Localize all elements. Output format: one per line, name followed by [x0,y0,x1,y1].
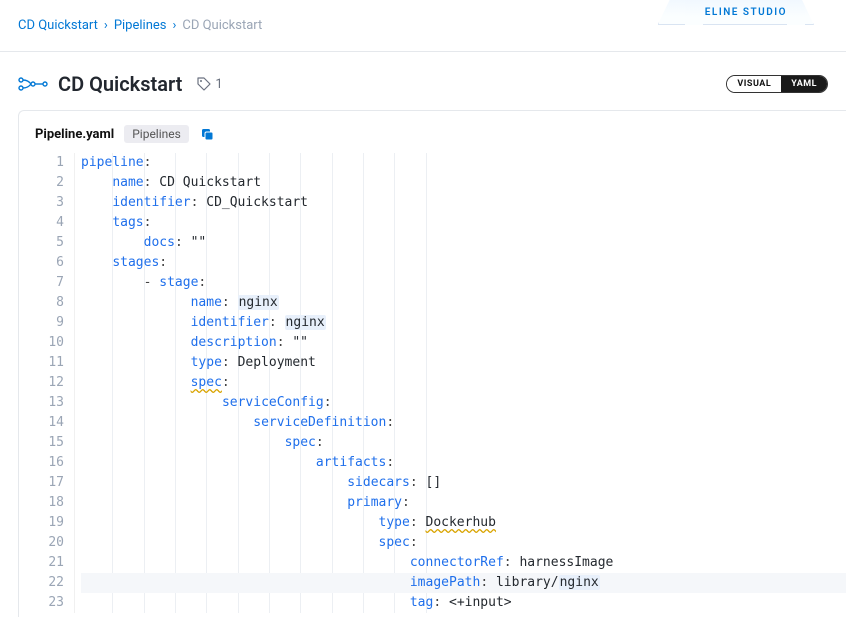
code-line[interactable]: stages: [81,253,846,273]
pipeline-studio-tab[interactable]: PIPELINE STUDIO [658,0,814,25]
line-number: 14 [35,413,64,433]
line-number: 11 [35,353,64,373]
code-line[interactable]: connectorRef: harnessImage [81,553,846,573]
breadcrumb-pipelines[interactable]: Pipelines [114,18,167,33]
code-line[interactable]: primary: [81,493,846,513]
code-line[interactable]: identifier: CD_Quickstart [81,193,846,213]
code-editor[interactable]: 1234567891011121314151617181920212223 pi… [35,153,846,617]
line-number: 19 [35,513,64,533]
code-line[interactable]: name: CD Quickstart [81,173,846,193]
line-number: 22 [35,573,64,593]
line-number: 5 [35,233,64,253]
code-line[interactable]: sidecars: [] [81,473,846,493]
code-line[interactable]: tag: <+input> [81,593,846,613]
line-number-gutter: 1234567891011121314151617181920212223 [35,153,75,613]
line-number: 3 [35,193,64,213]
line-number: 4 [35,213,64,233]
chevron-right-icon: › [104,18,108,33]
code-line[interactable]: tags: [81,213,846,233]
line-number: 1 [35,153,64,173]
code-line[interactable]: serviceDefinition: [81,413,846,433]
breadcrumb: CD Quickstart › Pipelines › CD Quickstar… [18,18,262,33]
code-line[interactable]: name: nginx [81,293,846,313]
line-number: 13 [35,393,64,413]
code-line[interactable]: type: Deployment [81,353,846,373]
breadcrumb-root[interactable]: CD Quickstart [18,18,98,33]
line-number: 20 [35,533,64,553]
line-number: 18 [35,493,64,513]
code-line[interactable]: identifier: nginx [81,313,846,333]
line-number: 6 [35,253,64,273]
view-toggle: VISUAL YAML [726,75,828,93]
page-title: CD Quickstart [58,72,182,96]
top-bar: CD Quickstart › Pipelines › CD Quickstar… [0,0,846,52]
code-line[interactable]: pipeline: [81,153,846,173]
code-line[interactable]: spec: [81,533,846,553]
line-number: 8 [35,293,64,313]
line-number: 2 [35,173,64,193]
line-number: 7 [35,273,64,293]
code-line[interactable]: artifacts: [81,453,846,473]
code-line[interactable]: docs: "" [81,233,846,253]
view-toggle-yaml[interactable]: YAML [781,76,827,92]
editor-toolbar: Pipeline.yaml Pipelines [35,125,846,153]
line-number: 15 [35,433,64,453]
line-number: 17 [35,473,64,493]
page-header: CD Quickstart 1 VISUAL YAML [0,52,846,110]
copy-icon[interactable] [199,126,215,142]
code-line[interactable]: imagePath: library/nginx [81,573,846,593]
view-toggle-visual[interactable]: VISUAL [727,76,781,92]
line-number: 12 [35,373,64,393]
code-line[interactable]: - stage: [81,273,846,293]
code-content[interactable]: pipeline:name: CD Quickstartidentifier: … [75,153,846,613]
pipeline-icon [18,76,48,92]
breadcrumb-current: CD Quickstart [182,18,262,33]
line-number: 21 [35,553,64,573]
code-line[interactable]: spec: [81,373,846,393]
code-line[interactable]: spec: [81,433,846,453]
pipelines-chip[interactable]: Pipelines [124,125,189,143]
line-number: 16 [35,453,64,473]
line-number: 9 [35,313,64,333]
code-line[interactable]: type: Dockerhub [81,513,846,533]
chevron-right-icon: › [172,18,176,33]
tag-icon [196,76,212,92]
code-line[interactable]: serviceConfig: [81,393,846,413]
line-number: 10 [35,333,64,353]
file-name-label: Pipeline.yaml [35,127,114,142]
code-line[interactable]: description: "" [81,333,846,353]
line-number: 23 [35,593,64,613]
tag-count: 1 [215,77,222,92]
yaml-editor-panel: Pipeline.yaml Pipelines 1234567891011121… [18,110,846,617]
tag-badge[interactable]: 1 [196,76,222,92]
